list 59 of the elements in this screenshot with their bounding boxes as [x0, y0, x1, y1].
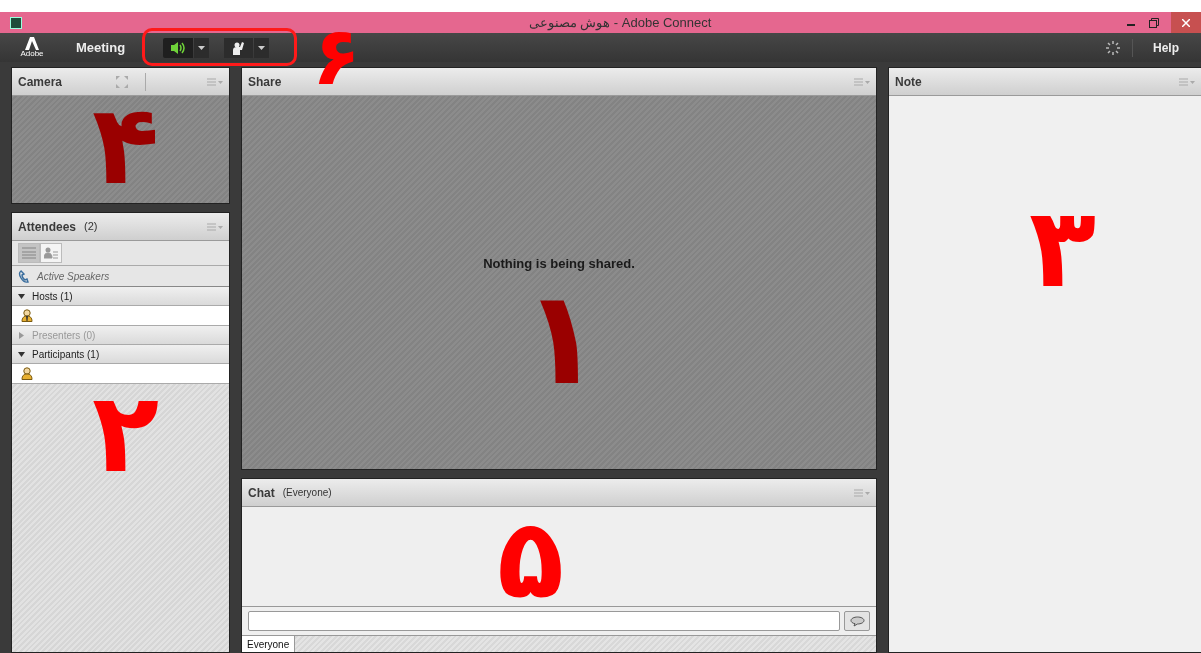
- panel-menu-icon[interactable]: [854, 77, 870, 86]
- group-label: Presenters (0): [32, 328, 96, 343]
- chat-tab[interactable]: Everyone: [242, 636, 296, 652]
- close-button[interactable]: [1171, 12, 1201, 33]
- host-person-icon: [21, 309, 33, 322]
- detail-view-tab[interactable]: [40, 243, 62, 263]
- help-menu[interactable]: Help: [1153, 38, 1179, 57]
- panel-menu-icon[interactable]: [207, 222, 223, 231]
- raise-hand-button[interactable]: [224, 37, 254, 58]
- annotation-numeral: ۵: [497, 504, 565, 614]
- panel-title: Share: [248, 73, 282, 91]
- group-header[interactable]: Participants (1): [12, 345, 229, 364]
- annotation-numeral: ۱: [522, 273, 602, 403]
- expanded-caret-icon[interactable]: [18, 292, 25, 300]
- group-label: Participants (1): [32, 347, 100, 362]
- expanded-caret-icon[interactable]: [18, 350, 25, 358]
- speech-bubble-icon: [849, 615, 865, 627]
- attendee-row[interactable]: [12, 306, 229, 326]
- send-button[interactable]: [844, 611, 870, 631]
- close-icon[interactable]: [1182, 18, 1190, 27]
- panel-menu-icon[interactable]: [854, 488, 870, 497]
- attendee-count: (2): [84, 219, 98, 235]
- speaker-icon: [170, 40, 187, 55]
- caret-icon: [198, 45, 206, 50]
- panel-title: Camera: [18, 73, 63, 91]
- list-icon: [22, 247, 36, 259]
- group-label: Hosts (1): [32, 289, 73, 304]
- window-title: هوش مصنوعی - Adobe Connect: [527, 13, 713, 33]
- dropdown-button[interactable]: [254, 37, 270, 58]
- meeting-menu[interactable]: Meeting: [76, 37, 126, 58]
- person-icon: [21, 367, 33, 380]
- logo-text: Adobe: [20, 50, 44, 58]
- list-view-tab[interactable]: [18, 243, 40, 263]
- app-icon: [10, 16, 22, 29]
- expand-icon[interactable]: [115, 74, 129, 89]
- chat-scope: (Everyone): [282, 486, 332, 500]
- attendee-row[interactable]: [12, 364, 229, 384]
- group-header[interactable]: Hosts (1): [12, 287, 229, 306]
- annotation-numeral: ۳: [1029, 193, 1097, 303]
- phone-icon: [18, 269, 31, 283]
- annotation-numeral: ۲: [92, 378, 160, 488]
- person-waving-icon: [232, 40, 245, 55]
- active-speakers-label: Active Speakers: [37, 269, 110, 284]
- loading-spinner-icon: [1106, 40, 1120, 55]
- restore-icon[interactable]: [1149, 17, 1159, 28]
- annotation-numeral: ۴: [92, 90, 160, 200]
- speaker-button[interactable]: [163, 37, 194, 58]
- chat-input[interactable]: [248, 611, 840, 631]
- logo-mark-icon: [25, 37, 39, 50]
- caret-icon: [258, 45, 266, 50]
- person-list-icon: [44, 247, 58, 259]
- dropdown-button[interactable]: [194, 37, 210, 58]
- panel-menu-icon[interactable]: [1179, 77, 1195, 86]
- panel-title: Note: [895, 73, 922, 91]
- panel-title: Chat: [248, 484, 275, 502]
- panel-menu-icon[interactable]: [207, 77, 223, 86]
- share-message: Nothing is being shared.: [483, 255, 635, 273]
- collapsed-caret-icon[interactable]: [18, 331, 25, 339]
- panel-title: Attendees: [18, 218, 76, 236]
